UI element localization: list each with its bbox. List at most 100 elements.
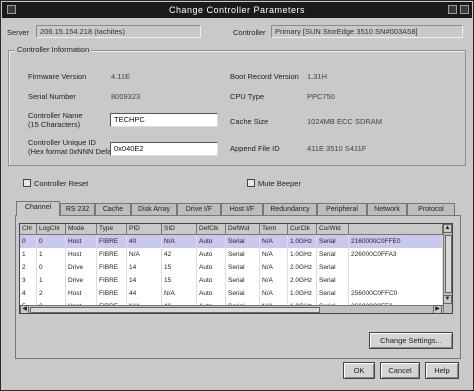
maximize-icon[interactable] [460,5,469,14]
mute-beeper-label: Mute Beeper [258,179,301,188]
controller-unique-id-input[interactable]: 0x040E2 [110,142,218,156]
horizontal-scrollbar[interactable]: ◀ ▶ [20,305,443,313]
table-cell: FIBRE [97,261,127,274]
column-header[interactable]: Chl [20,224,37,235]
column-header[interactable]: SID [162,224,197,235]
table-row[interactable]: 3 1 Drive FIBRE 14 15 Auto Serial N/A 2.0GHz Seria… [20,274,443,287]
table-row[interactable]: 0 0 Host FIBRE 40 N/A Auto Serial N/A 1.0GHz Seria… [20,235,443,248]
cpu-type-label: CPU Type [230,92,265,101]
table-row[interactable]: 4 2 Host FIBRE 44 N/A Auto Serial N/A 1.0GHz Seria… [20,287,443,300]
table-cell: N/A [260,261,288,274]
table-cell: 4 [20,287,37,300]
table-cell: N/A [260,274,288,287]
controller-field: Primary [SUN StorEdge 3510 SN#003A58] [271,25,463,38]
table-cell: N/A [162,287,197,300]
cancel-button[interactable]: Cancel [380,362,420,379]
table-cell: N/A [162,235,197,248]
column-header[interactable]: DefWid [226,224,260,235]
append-file-id-label: Append File ID [230,144,280,153]
controller-name-input[interactable]: TECHPC [110,113,218,127]
column-header[interactable]: LogChl [37,224,66,235]
table-cell: 15 [162,274,197,287]
tab-redundancy[interactable]: Redundancy [263,203,317,215]
table-row[interactable]: 2 0 Drive FIBRE 14 15 Auto Serial N/A 2.0GHz Seria… [20,261,443,274]
table-row[interactable]: 1 1 Host FIBRE N/A 42 Auto Serial N/A 1.0GHz Seria… [20,248,443,261]
vertical-scroll-thumb[interactable] [445,235,452,293]
tab-protocol[interactable]: Protocol [407,203,455,215]
server-label: Server [7,28,30,37]
ok-button[interactable]: OK [343,362,375,379]
change-settings-button[interactable]: Change Settings... [369,332,453,349]
column-header[interactable]: Mode [66,224,97,235]
tab-channel[interactable]: Channel [16,201,60,216]
mute-beeper-checkbox[interactable] [247,179,255,187]
controller-name-hint: (15 Characters) [28,120,81,129]
cache-size-label: Cache Size [230,117,269,126]
column-header[interactable]: CurClk [288,224,317,235]
table-cell: 2.0GHz [288,261,317,274]
column-header[interactable]: CurWid [317,224,349,235]
help-button[interactable]: Help [425,362,459,379]
controller-label: Controller [233,28,266,37]
table-cell: FIBRE [97,287,127,300]
table-cell: N/A [260,235,288,248]
scroll-right-icon[interactable]: ▶ [433,305,442,313]
table-cell [349,274,443,287]
table-cell: 1 [20,248,37,261]
tab-drive-if[interactable]: Drive I/F [177,203,221,215]
table-cell: Host [66,235,97,248]
table-cell: N/A [260,248,288,261]
append-file-id-value: 411E 3510 S411F [307,144,367,153]
scroll-up-icon[interactable]: ▲ [443,224,452,233]
table-cell: Serial [317,235,349,248]
minimize-icon[interactable] [448,5,457,14]
boot-record-version-value: 1.31H [307,72,328,81]
table-cell: 226000C0FFA3 [349,248,443,261]
window-menu-icon[interactable] [7,5,16,14]
column-header[interactable]: DefClk [197,224,226,235]
table-cell: FIBRE [97,235,127,248]
table-cell: Serial [226,235,260,248]
table-cell: Serial [226,248,260,261]
horizontal-scroll-thumb[interactable] [30,307,320,313]
table-cell: 40 [127,235,162,248]
table-cell: 42 [162,248,197,261]
cpu-type-value: PPC750 [307,92,335,101]
controller-reset-checkbox[interactable] [23,179,31,187]
controller-reset-label: Controller Reset [34,179,89,188]
change-controller-parameters-dialog: Change Controller Parameters Server 206.… [0,0,474,391]
serial-number-value: 8009323 [111,92,141,101]
vertical-scrollbar[interactable]: ▲ ▼ [443,224,452,313]
cache-size-value: 1024MB ECC SDRAM [307,117,383,126]
column-header[interactable]: PID [127,224,162,235]
title-bar: Change Controller Parameters [2,2,472,18]
scroll-down-icon[interactable]: ▼ [443,295,452,304]
table-cell: 2 [20,261,37,274]
channel-table: Chl LogChl Mode Type PID SID DefClk DefWid Term C… [19,223,453,314]
server-field: 206.15.154.218 (tachites) [36,25,201,38]
boot-record-version-label: Boot Record Version [230,72,299,81]
tab-cache[interactable]: Cache [95,203,131,215]
controller-unique-id-label: Controller Unique ID [28,138,96,147]
table-cell: Serial [317,248,349,261]
column-header[interactable]: Type [97,224,127,235]
table-cell: FIBRE [97,274,127,287]
table-cell: 0 [20,235,37,248]
table-cell: Serial [317,274,349,287]
tab-peripheral[interactable]: Peripheral [317,203,367,215]
table-cell: 14 [127,261,162,274]
table-cell: 15 [162,261,197,274]
tab-network[interactable]: Network [367,203,407,215]
table-cell: Auto [197,261,226,274]
tab-host-if[interactable]: Host I/F [221,203,263,215]
window-title: Change Controller Parameters [168,5,306,15]
table-cell: Serial [226,261,260,274]
table-cell: Serial [317,287,349,300]
tab-rs-232[interactable]: RS 232 [60,203,95,215]
table-cell: 0 [37,235,66,248]
column-header[interactable]: Term [260,224,288,235]
scroll-left-icon[interactable]: ◀ [20,305,29,313]
table-cell: Drive [66,261,97,274]
tab-disk-array[interactable]: Disk Array [131,203,177,215]
column-header[interactable] [349,224,443,235]
